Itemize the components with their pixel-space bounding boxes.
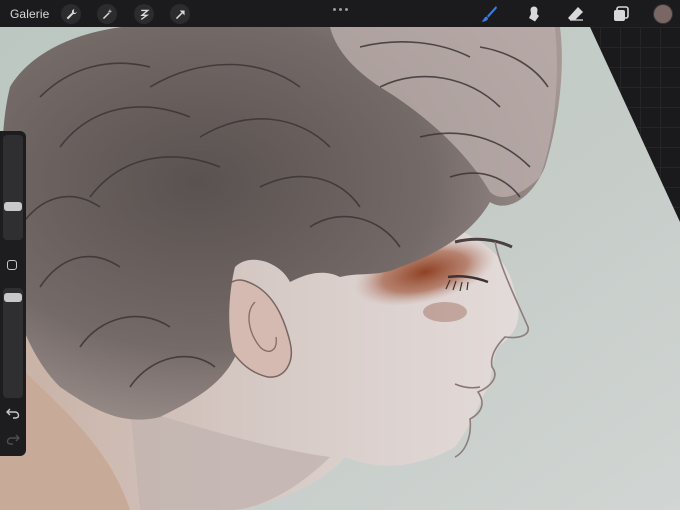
transform-arrow-icon[interactable] — [170, 4, 190, 24]
left-sidebar — [0, 131, 26, 456]
more-options-icon[interactable] — [331, 4, 349, 14]
canvas-area[interactable] — [0, 27, 680, 510]
smudge-icon[interactable] — [524, 4, 544, 24]
top-toolbar: Galerie — [0, 0, 680, 27]
magic-wand-icon[interactable] — [97, 4, 117, 24]
opacity-slider[interactable] — [3, 288, 23, 398]
artwork-canvas[interactable] — [0, 27, 680, 510]
cheek-blush — [423, 302, 467, 322]
redo-icon[interactable] — [6, 433, 20, 445]
undo-icon[interactable] — [6, 407, 20, 419]
layers-icon[interactable] — [611, 4, 631, 24]
gallery-button[interactable]: Galerie — [10, 7, 49, 21]
color-swatch[interactable] — [654, 5, 672, 23]
opacity-thumb[interactable] — [4, 293, 22, 302]
brush-size-slider[interactable] — [3, 135, 23, 240]
brush-size-thumb[interactable] — [4, 202, 22, 211]
wrench-icon[interactable] — [61, 4, 81, 24]
eraser-icon[interactable] — [566, 4, 586, 24]
selection-icon[interactable] — [134, 4, 154, 24]
procreate-app: Galerie — [0, 0, 680, 510]
modify-button[interactable] — [7, 260, 17, 270]
brush-icon[interactable] — [479, 4, 499, 24]
